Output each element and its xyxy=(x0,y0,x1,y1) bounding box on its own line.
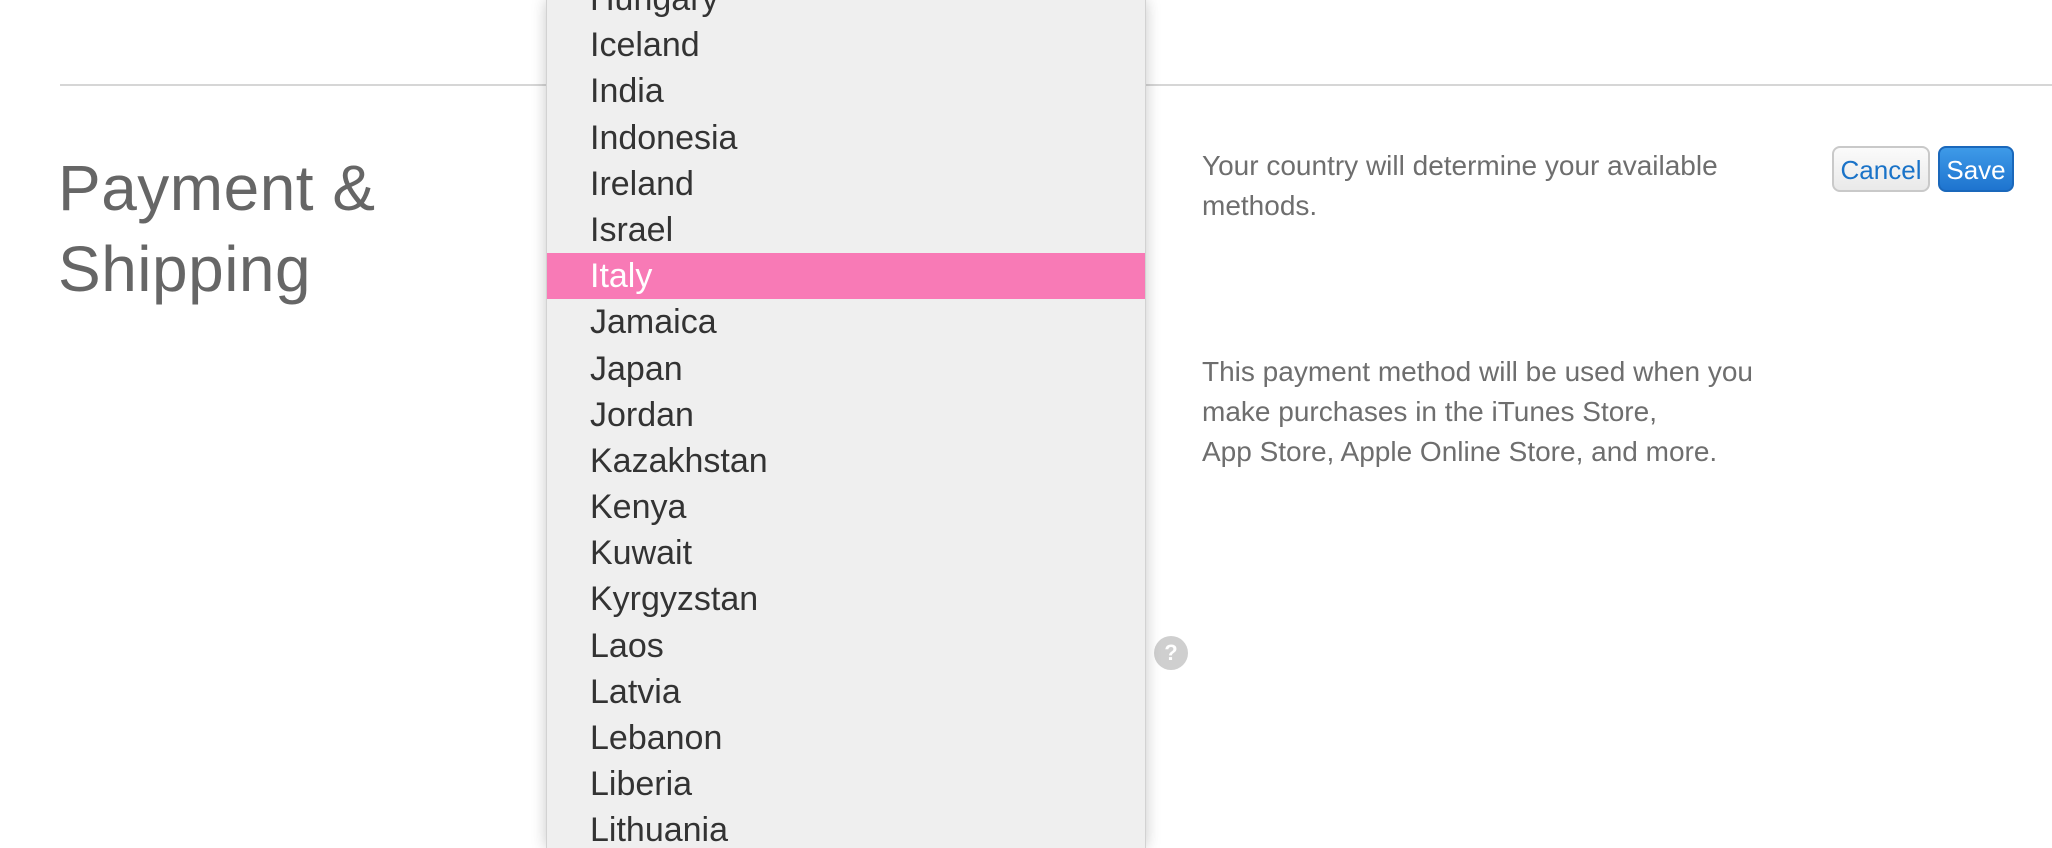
country-option[interactable]: Kenya xyxy=(547,484,1145,530)
country-option[interactable]: Liberia xyxy=(547,761,1145,807)
country-option[interactable]: Hungary xyxy=(547,0,1145,22)
country-option[interactable]: Kuwait xyxy=(547,530,1145,576)
country-option[interactable]: Italy xyxy=(547,253,1145,300)
country-option[interactable]: Kazakhstan xyxy=(547,438,1145,484)
country-option[interactable]: Laos xyxy=(547,623,1145,669)
payment-note-line: This payment method will be used when yo… xyxy=(1202,356,1753,387)
country-option[interactable]: Japan xyxy=(547,346,1145,392)
section-title: Payment & Shipping xyxy=(58,152,376,305)
country-option[interactable]: Kyrgyzstan xyxy=(547,576,1145,622)
country-option[interactable]: Iceland xyxy=(547,22,1145,68)
country-option[interactable]: Jordan xyxy=(547,392,1145,438)
save-button[interactable]: Save xyxy=(1938,146,2014,192)
payment-note-line: make purchases in the iTunes Store, xyxy=(1202,396,1657,427)
country-option[interactable]: Lithuania xyxy=(547,807,1145,848)
country-option[interactable]: Israel xyxy=(547,207,1145,253)
help-icon[interactable]: ? xyxy=(1154,636,1188,670)
country-option[interactable]: Latvia xyxy=(547,669,1145,715)
country-note: Your country will determine your availab… xyxy=(1202,150,1718,221)
country-dropdown-list[interactable]: HungaryIcelandIndiaIndonesiaIrelandIsrae… xyxy=(546,0,1146,848)
payment-shipping-page: Payment & Shipping Your country will det… xyxy=(0,0,2052,848)
country-option[interactable]: Lebanon xyxy=(547,715,1145,761)
country-option[interactable]: Ireland xyxy=(547,161,1145,207)
country-option[interactable]: India xyxy=(547,68,1145,114)
payment-method-note: This payment method will be used when yo… xyxy=(1202,352,1822,472)
country-option[interactable]: Indonesia xyxy=(547,115,1145,161)
payment-note-line: App Store, Apple Online Store, and more. xyxy=(1202,436,1718,467)
cancel-button[interactable]: Cancel xyxy=(1832,146,1930,192)
country-option[interactable]: Jamaica xyxy=(547,299,1145,345)
country-options: HungaryIcelandIndiaIndonesiaIrelandIsrae… xyxy=(547,0,1145,848)
